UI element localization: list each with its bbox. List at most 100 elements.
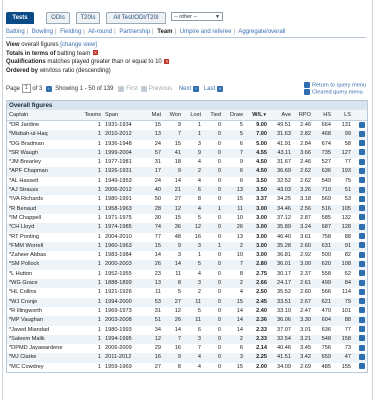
nav-bowling[interactable]: Bowling bbox=[32, 29, 53, 35]
col-lost[interactable]: Lost bbox=[183, 110, 203, 121]
col-captain[interactable]: Captain bbox=[7, 110, 81, 121]
nav-batting[interactable]: Batting bbox=[6, 29, 25, 35]
row-detail-icon[interactable] bbox=[359, 335, 365, 342]
table-cell: 2 bbox=[223, 279, 245, 289]
row-detail-icon[interactable] bbox=[359, 316, 365, 323]
row-detail-icon[interactable] bbox=[359, 168, 365, 174]
col-draw[interactable]: Draw bbox=[223, 110, 245, 121]
captain-link[interactable]: *FMM Worrell bbox=[7, 241, 81, 252]
captain-link[interactable]: *IVA Richards bbox=[7, 195, 81, 204]
row-detail-icon[interactable] bbox=[359, 298, 365, 305]
col-mat[interactable]: Mat bbox=[143, 110, 163, 121]
nav-team[interactable]: Team bbox=[157, 29, 172, 35]
captain-link[interactable]: *L Hutton bbox=[7, 270, 81, 279]
captain-link[interactable]: *MJ Clarke bbox=[7, 353, 81, 363]
col-wl[interactable]: W/L▼ bbox=[245, 110, 269, 121]
row-action bbox=[353, 158, 367, 167]
captain-link[interactable]: *MC Cowdrey bbox=[7, 363, 81, 372]
captain-link[interactable]: *R Benaud bbox=[7, 204, 81, 214]
row-detail-icon[interactable] bbox=[359, 279, 365, 286]
captain-link[interactable]: *DG Bradman bbox=[7, 140, 81, 149]
table-cell: 24 bbox=[154, 177, 161, 184]
row-detail-icon[interactable] bbox=[359, 214, 365, 221]
next-page-icon[interactable]: › bbox=[192, 85, 199, 92]
table-cell: 4 bbox=[197, 159, 201, 166]
remove-filter-icon[interactable]: × bbox=[92, 50, 98, 56]
row-detail-icon[interactable] bbox=[359, 130, 365, 137]
captain-link[interactable]: *APF Chapman bbox=[7, 167, 81, 177]
captain-link[interactable]: *R Illingworth bbox=[7, 307, 81, 316]
captain-link[interactable]: *CH Lloyd bbox=[7, 223, 81, 233]
go-icon[interactable]: › bbox=[45, 85, 52, 92]
row-detail-icon[interactable] bbox=[359, 158, 365, 165]
row-detail-icon[interactable] bbox=[359, 344, 365, 351]
captain-link[interactable]: *WJ Cronje bbox=[7, 297, 81, 307]
change-view-link[interactable]: [change view] bbox=[60, 42, 97, 48]
row-detail-icon[interactable] bbox=[359, 195, 365, 202]
col-won[interactable]: Won bbox=[163, 110, 183, 121]
captain-link[interactable]: *AL Hassett bbox=[7, 177, 81, 186]
row-detail-icon[interactable] bbox=[359, 121, 365, 128]
captain-link[interactable]: *DPMD Jayawardene bbox=[7, 344, 81, 353]
captain-link[interactable]: *RT Ponting bbox=[7, 233, 81, 242]
captain-link[interactable]: *SR Waugh bbox=[7, 148, 81, 159]
nav-fielding[interactable]: Fielding bbox=[60, 29, 81, 35]
row-detail-icon[interactable] bbox=[359, 270, 365, 277]
captain-link[interactable]: *AJ Strauss bbox=[7, 186, 81, 196]
table-cell: 131 bbox=[341, 122, 351, 128]
row-detail-icon[interactable] bbox=[359, 326, 365, 333]
captain-link[interactable]: *JM Brearley bbox=[7, 158, 81, 167]
captain-link[interactable]: *Javed Miandad bbox=[7, 326, 81, 335]
captain-link[interactable]: *Zaheer Abbas bbox=[7, 251, 81, 260]
captain-link[interactable]: *HL Collins bbox=[7, 288, 81, 297]
tab-odis[interactable]: ODIs bbox=[46, 12, 70, 24]
nav-partnership[interactable]: Partnership bbox=[119, 29, 150, 35]
row-detail-icon[interactable] bbox=[359, 251, 365, 258]
row-detail-icon[interactable] bbox=[359, 223, 365, 230]
table-cell: 1 bbox=[203, 241, 223, 252]
row-detail-icon[interactable] bbox=[359, 140, 365, 147]
captain-link[interactable]: *Saleem Malik bbox=[7, 334, 81, 345]
captain-link[interactable]: *MP Vaughan bbox=[7, 316, 81, 326]
tab-t20is[interactable]: T20Is bbox=[76, 12, 100, 24]
captain-link[interactable]: *IM Chappell bbox=[7, 214, 81, 223]
col-span[interactable]: Span bbox=[103, 110, 143, 121]
col-ave[interactable]: Ave bbox=[269, 110, 293, 121]
row-detail-icon[interactable] bbox=[359, 307, 365, 314]
captain-link[interactable]: *WG Grace bbox=[7, 279, 81, 289]
captain-link[interactable]: *SM Pollock bbox=[7, 260, 81, 270]
row-detail-icon[interactable] bbox=[359, 353, 365, 360]
remove-filter-icon[interactable]: × bbox=[164, 58, 170, 64]
row-detail-icon[interactable] bbox=[359, 233, 365, 240]
col-rpo[interactable]: RPO bbox=[293, 110, 313, 121]
nav-umpire-referee[interactable]: Umpire and referee bbox=[180, 29, 232, 35]
return-query-menu[interactable]: Return to query menu bbox=[304, 82, 366, 89]
table-cell: 46.40 bbox=[277, 233, 291, 240]
cleared-query-menu[interactable]: Cleared query menu bbox=[304, 89, 366, 96]
row-detail-icon[interactable] bbox=[359, 177, 365, 184]
tab-tests[interactable]: Tests bbox=[6, 12, 34, 24]
row-detail-icon[interactable] bbox=[359, 149, 365, 156]
nav-all-round[interactable]: All-round bbox=[88, 29, 112, 35]
other-format-select[interactable]: -- other -- ▼ bbox=[171, 12, 223, 21]
row-detail-icon[interactable] bbox=[359, 288, 365, 295]
tab-all-formats[interactable]: All Test/ODI/T20I bbox=[106, 12, 166, 24]
col-hs[interactable]: HS bbox=[313, 110, 333, 121]
row-detail-icon[interactable] bbox=[359, 205, 365, 212]
last-page-icon[interactable]: » bbox=[216, 85, 223, 92]
row-detail-icon[interactable] bbox=[359, 186, 365, 193]
row-detail-icon[interactable] bbox=[359, 260, 365, 267]
next-page-link[interactable]: Next bbox=[179, 86, 191, 92]
col-teams[interactable]: Teams bbox=[81, 110, 103, 121]
table-cell: 0 bbox=[217, 326, 221, 333]
row-detail-icon[interactable] bbox=[359, 242, 365, 249]
col-ls[interactable]: LS bbox=[333, 110, 353, 121]
nav-aggregate-overall[interactable]: Aggregate/overall bbox=[238, 29, 285, 35]
table-cell: 621 bbox=[313, 297, 333, 307]
last-page-link[interactable]: Last bbox=[204, 86, 215, 92]
page-input[interactable]: 1 bbox=[21, 84, 31, 93]
col-tied[interactable]: Tied bbox=[203, 110, 223, 121]
captain-link[interactable]: *DR Jardine bbox=[7, 121, 81, 131]
captain-link[interactable]: *Misbah-ul-Haq bbox=[7, 130, 81, 140]
row-detail-icon[interactable] bbox=[359, 363, 365, 370]
